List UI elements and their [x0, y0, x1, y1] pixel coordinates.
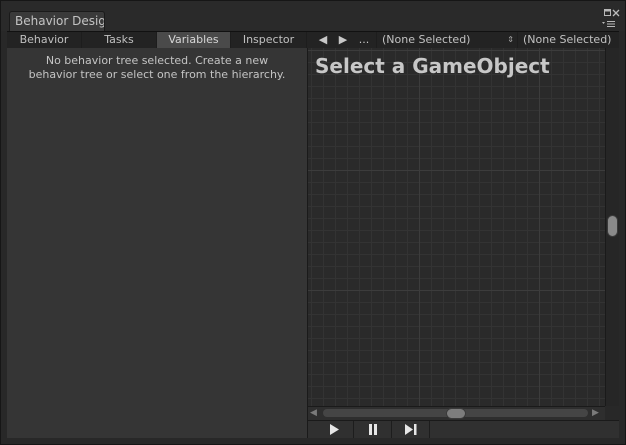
no-selection-message: No behavior tree selected. Create a new …: [7, 54, 307, 82]
dropdown-arrows-icon: ⇕: [507, 35, 514, 44]
tab-tasks[interactable]: Tasks: [82, 32, 157, 48]
behavior-designer-window: Behavior Desig Behavior Tasks Variables …: [0, 0, 626, 445]
left-panel: No behavior tree selected. Create a new …: [7, 48, 308, 438]
back-button[interactable]: ◀: [314, 32, 332, 48]
gameobject-dropdown-value: (None Selected): [382, 33, 471, 46]
horizontal-scroll-thumb[interactable]: [446, 408, 466, 419]
horizontal-scrollbar[interactable]: ◀ ▶: [308, 406, 605, 420]
more-button[interactable]: ...: [355, 32, 373, 48]
window-tab[interactable]: Behavior Desig: [9, 11, 105, 31]
tab-behavior[interactable]: Behavior: [7, 32, 82, 48]
vertical-scrollbar[interactable]: [605, 48, 619, 406]
title-bar: Behavior Desig: [1, 1, 625, 31]
message-line-1: No behavior tree selected. Create a new: [45, 54, 269, 67]
forward-icon: ▶: [338, 33, 348, 46]
gameobject-dropdown[interactable]: (None Selected) ⇕: [376, 32, 520, 48]
pause-button[interactable]: [354, 421, 392, 438]
menu-icon[interactable]: [602, 20, 616, 31]
scroll-right-icon[interactable]: ▶: [592, 407, 599, 420]
step-button[interactable]: [392, 421, 430, 438]
tab-variables[interactable]: Variables: [157, 32, 231, 48]
graph-canvas[interactable]: Select a GameObject: [308, 48, 605, 406]
back-icon: ◀: [318, 33, 328, 46]
tab-inspector[interactable]: Inspector: [231, 32, 307, 48]
step-icon: [404, 422, 417, 436]
scroll-left-icon[interactable]: ◀: [310, 407, 317, 420]
behavior-tree-dropdown[interactable]: (None Selected): [517, 32, 619, 48]
play-icon: [329, 422, 340, 436]
behavior-tree-dropdown-value: (None Selected): [523, 33, 612, 46]
toolbar: Behavior Tasks Variables Inspector ◀ ▶ .…: [7, 31, 619, 49]
close-icon[interactable]: [612, 9, 620, 20]
maximize-icon[interactable]: [604, 9, 611, 19]
playback-bar: [308, 420, 619, 438]
forward-button[interactable]: ▶: [334, 32, 352, 48]
vertical-scroll-thumb[interactable]: [607, 215, 618, 237]
pause-icon: [368, 422, 378, 436]
graph-title: Select a GameObject: [315, 54, 550, 78]
message-line-2: behavior tree or select one from the hie…: [28, 68, 286, 81]
play-button[interactable]: [316, 421, 354, 438]
